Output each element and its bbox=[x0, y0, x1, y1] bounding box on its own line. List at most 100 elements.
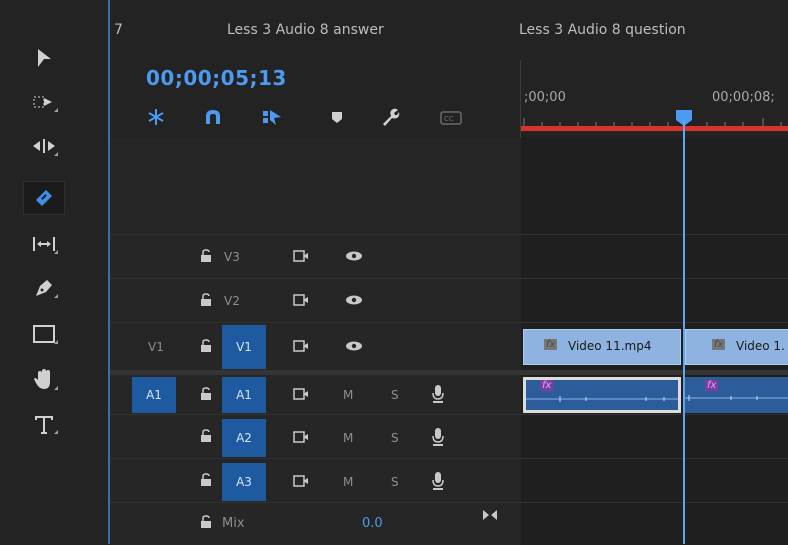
mute-track-button[interactable]: M bbox=[343, 475, 353, 489]
mix-track-label: Mix bbox=[222, 516, 245, 531]
track-content-a3[interactable] bbox=[521, 458, 788, 503]
track-target-toggle[interactable]: A1 bbox=[222, 377, 266, 413]
track-content-a1[interactable]: fx fx bbox=[521, 374, 788, 415]
track-label: A2 bbox=[236, 431, 252, 445]
video-clip[interactable]: fx Video 11.mp4 bbox=[523, 329, 681, 365]
timeline-settings-wrench-icon[interactable] bbox=[379, 106, 401, 128]
hand-icon bbox=[34, 369, 50, 389]
go-to-end-icon[interactable] bbox=[482, 509, 498, 521]
toggle-track-output-eye-icon[interactable] bbox=[345, 251, 363, 261]
flyout-indicator bbox=[54, 250, 58, 254]
voice-over-record-mic-icon[interactable] bbox=[432, 427, 444, 447]
track-select-icon bbox=[33, 96, 52, 108]
track-content-v2[interactable] bbox=[521, 278, 788, 323]
svg-text:CC: CC bbox=[444, 115, 454, 123]
rectangle-icon bbox=[33, 325, 55, 343]
lock-track-icon[interactable] bbox=[200, 429, 212, 443]
fx-badge: fx bbox=[544, 339, 558, 350]
snap-magnet-icon[interactable] bbox=[203, 108, 223, 126]
track-label: A1 bbox=[236, 388, 252, 402]
flyout-indicator bbox=[54, 430, 58, 434]
track-header-mix: Mix 0.0 bbox=[110, 502, 521, 545]
track-content-mix[interactable] bbox=[521, 502, 788, 545]
track-label: A3 bbox=[236, 475, 252, 489]
track-select-tool[interactable] bbox=[24, 86, 64, 118]
flyout-indicator bbox=[54, 152, 58, 156]
voice-over-record-mic-icon[interactable] bbox=[432, 384, 444, 404]
razor-icon bbox=[36, 190, 52, 206]
lock-track-icon[interactable] bbox=[200, 515, 212, 529]
razor-tool[interactable] bbox=[23, 181, 65, 215]
track-target-toggle[interactable]: A2 bbox=[222, 419, 266, 457]
work-area-bar[interactable] bbox=[521, 126, 788, 131]
mute-track-button[interactable]: M bbox=[343, 388, 353, 402]
lock-track-icon[interactable] bbox=[200, 339, 212, 353]
toggle-track-output-eye-icon[interactable] bbox=[345, 341, 363, 351]
track-header-v2: V2 bbox=[110, 278, 521, 323]
track-header-v3: V3 bbox=[110, 234, 521, 279]
audio-clip[interactable]: fx bbox=[523, 377, 681, 413]
source-patch-toggle[interactable]: A1 bbox=[132, 377, 176, 413]
track-content-a2[interactable] bbox=[521, 414, 788, 459]
sync-lock-icon[interactable] bbox=[293, 250, 309, 262]
sync-lock-icon[interactable] bbox=[293, 475, 309, 487]
track-content-v1[interactable]: fx Video 11.mp4 fx Video 1. bbox=[521, 322, 788, 371]
lock-track-icon[interactable] bbox=[200, 293, 212, 307]
track-label[interactable]: V2 bbox=[224, 294, 240, 308]
solo-track-button[interactable]: S bbox=[391, 431, 399, 445]
lock-track-icon[interactable] bbox=[200, 473, 212, 487]
mix-volume-value[interactable]: 0.0 bbox=[362, 516, 383, 531]
source-patch-label[interactable]: V1 bbox=[148, 340, 164, 354]
sync-lock-icon[interactable] bbox=[293, 431, 309, 443]
linked-selection-icon[interactable] bbox=[261, 107, 283, 127]
lock-track-icon[interactable] bbox=[200, 249, 212, 263]
sync-lock-icon[interactable] bbox=[293, 294, 309, 306]
pen-tool[interactable] bbox=[24, 272, 64, 304]
captions-icon[interactable]: CC bbox=[440, 111, 462, 125]
track-content-empty-area bbox=[521, 138, 788, 234]
audio-waveform bbox=[526, 396, 678, 402]
source-patch-label: A1 bbox=[146, 388, 162, 402]
track-header-empty-area bbox=[110, 138, 521, 234]
arrow-icon bbox=[38, 49, 51, 67]
playhead-timecode[interactable]: 00;00;05;13 bbox=[146, 66, 287, 90]
ripple-edit-tool[interactable] bbox=[24, 130, 64, 162]
toggle-track-output-eye-icon[interactable] bbox=[345, 295, 363, 305]
sequence-tab-answer[interactable]: Less 3 Audio 8 answer bbox=[227, 22, 384, 38]
selection-tool[interactable] bbox=[24, 42, 64, 74]
track-target-toggle[interactable]: V1 bbox=[222, 325, 266, 369]
insert-nest-icon[interactable] bbox=[145, 107, 167, 127]
add-marker-icon[interactable] bbox=[330, 110, 344, 124]
type-tool[interactable] bbox=[24, 408, 64, 440]
track-target-toggle[interactable]: A3 bbox=[222, 463, 266, 501]
fx-badge: fx bbox=[705, 380, 719, 391]
solo-track-button[interactable]: S bbox=[391, 475, 399, 489]
sync-lock-icon[interactable] bbox=[293, 388, 309, 400]
track-content-v3[interactable] bbox=[521, 234, 788, 279]
type-icon bbox=[35, 416, 53, 434]
sequence-tab-question[interactable]: Less 3 Audio 8 question bbox=[519, 22, 686, 38]
audio-clip[interactable]: fx bbox=[685, 377, 788, 413]
track-label: V1 bbox=[236, 340, 252, 354]
fx-badge: fx bbox=[712, 339, 726, 350]
flyout-indicator bbox=[54, 108, 58, 112]
mute-track-button[interactable]: M bbox=[343, 431, 353, 445]
lock-track-icon[interactable] bbox=[200, 387, 212, 401]
playhead-line[interactable] bbox=[683, 120, 685, 544]
video-clip[interactable]: fx Video 1. bbox=[685, 329, 788, 365]
tools-panel bbox=[0, 0, 108, 544]
flyout-indicator bbox=[54, 294, 58, 298]
fx-badge: fx bbox=[540, 380, 554, 391]
sequence-tab-fragment[interactable]: 7 bbox=[114, 22, 123, 38]
solo-track-button[interactable]: S bbox=[391, 388, 399, 402]
track-label[interactable]: V3 bbox=[224, 250, 240, 264]
slip-tool[interactable] bbox=[24, 228, 64, 260]
clip-name: Video 11.mp4 bbox=[568, 339, 652, 353]
track-header-a2: A2 M S bbox=[110, 414, 521, 459]
ruler-mark-label: 00;00;08; bbox=[712, 90, 775, 105]
ruler-start-label: ;00;00 bbox=[524, 90, 566, 105]
rectangle-tool[interactable] bbox=[24, 318, 64, 350]
sync-lock-icon[interactable] bbox=[293, 340, 309, 352]
voice-over-record-mic-icon[interactable] bbox=[432, 471, 444, 491]
hand-tool[interactable] bbox=[24, 364, 64, 396]
